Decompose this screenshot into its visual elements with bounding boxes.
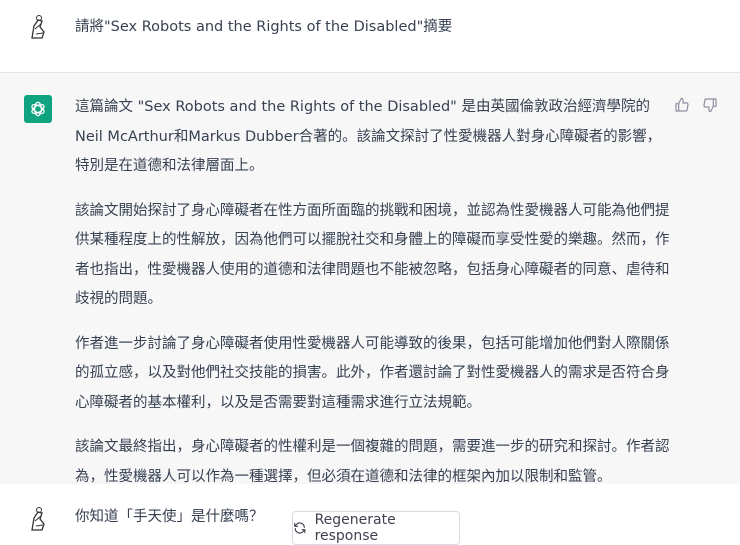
feedback-actions	[674, 97, 718, 113]
assistant-avatar	[24, 95, 52, 123]
regenerate-label: Regenerate response	[314, 512, 396, 544]
response-paragraph: 這篇論文 "Sex Robots and the Rights of the D…	[75, 99, 662, 174]
openai-logo-icon	[31, 101, 45, 117]
user-message-text: 請將"Sex Robots and the Rights of the Disa…	[75, 19, 453, 35]
user-avatar	[24, 12, 54, 42]
response-paragraph: 該論文開始探討了身心障礙者在性方面所面臨的挑戰和困境，並認為性愛機器人可能為他們…	[75, 202, 670, 308]
thumbs-up-icon[interactable]	[674, 97, 690, 113]
user-avatar-icon	[24, 504, 54, 534]
user-avatar-icon	[24, 12, 54, 42]
refresh-icon	[294, 522, 306, 534]
assistant-message-text: 這篇論文 "Sex Robots and the Rights of the D…	[75, 93, 675, 507]
response-paragraph: 作者進一步討論了身心障礙者使用性愛機器人可能導致的後果，包括可能增加他們對人際關…	[75, 335, 670, 411]
thumbs-down-icon[interactable]	[702, 97, 718, 113]
regenerate-response-button[interactable]: Regenerate response	[292, 511, 460, 545]
assistant-message-row: 這篇論文 "Sex Robots and the Rights of the D…	[0, 72, 740, 486]
user-avatar	[24, 504, 54, 534]
user-message-text: 你知道「手天使」是什麼嗎？	[75, 509, 264, 525]
user-message-row: 請將"Sex Robots and the Rights of the Disa…	[0, 0, 740, 72]
